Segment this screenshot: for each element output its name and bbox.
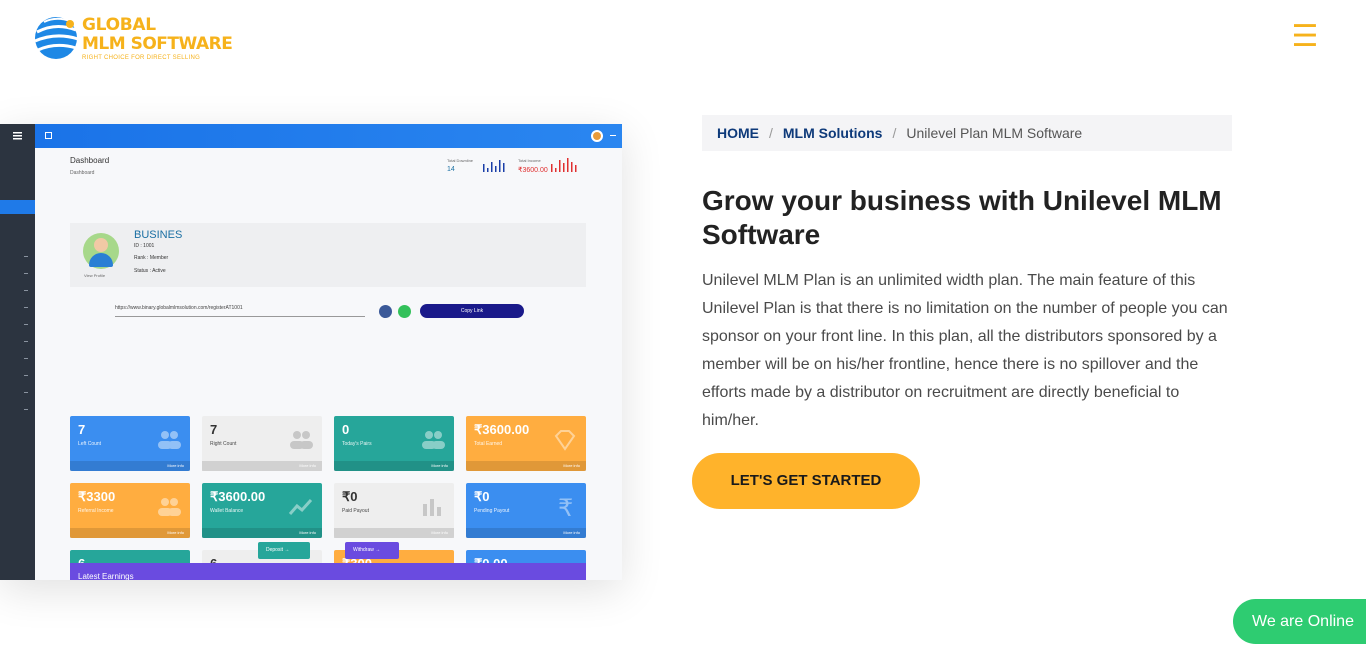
bars-icon	[551, 158, 577, 172]
chat-online-button[interactable]: We are Online	[1233, 599, 1366, 644]
stat-tile-footer: More info	[334, 528, 454, 538]
preview-body: Dashboard Dashboard Total Downline 14 To…	[35, 148, 622, 580]
stat-tile: ₹0 Paid Payout More info	[334, 483, 454, 538]
stat-tile-footer: More info	[70, 461, 190, 471]
users-icon	[156, 429, 182, 451]
stat-tile-footer: More info	[202, 461, 322, 471]
stat-tile: 7 Left Count More info	[70, 416, 190, 471]
page-title: Grow your business with Unilevel MLM Sof…	[702, 185, 1222, 250]
stat-tile-more: More info	[299, 463, 316, 468]
stat-tile-label: Referral Income	[78, 508, 114, 514]
hamburger-menu-icon[interactable]: ☰	[1290, 22, 1320, 52]
rupee-icon: ₹	[552, 494, 578, 522]
breadcrumb: HOME / MLM Solutions / Unilevel Plan MLM…	[702, 115, 1232, 151]
breadcrumb-separator: /	[769, 125, 773, 141]
stat-tile-label: Right Count	[210, 441, 237, 447]
avatar	[83, 233, 119, 269]
stat-tile-label: Wallet Balance	[210, 508, 244, 514]
logo-line1: GLOBAL	[82, 14, 156, 35]
breadcrumb-separator: /	[892, 125, 897, 141]
stat-tile: ₹0 Pending Payout ₹ More info	[466, 483, 586, 538]
stat-tile: 7 Right Count More info	[202, 416, 322, 471]
user-avatar-icon	[591, 130, 603, 142]
whatsapp-icon	[398, 305, 411, 318]
globe-icon	[34, 10, 80, 66]
stat-tile-footer: More info	[202, 528, 322, 538]
logo-tagline: RIGHT CHOICE FOR DIRECT SELLING	[82, 54, 201, 61]
stat-tile-label: Total Earned	[474, 441, 503, 447]
users-icon	[156, 496, 182, 518]
stat-tile-footer: More info	[466, 461, 586, 471]
preview-crumb: Dashboard	[70, 170, 95, 176]
withdraw-button: Withdraw →	[345, 542, 399, 559]
breadcrumb-home[interactable]: HOME	[717, 125, 759, 141]
stat-tile-more: More info	[299, 530, 316, 535]
bar-icon	[420, 496, 446, 518]
get-started-button[interactable]: LET'S GET STARTED	[692, 453, 920, 509]
diamond-icon	[552, 429, 578, 451]
dashboard-preview-image: Dashboard Dashboard Total Downline 14 To…	[0, 124, 622, 580]
profile-name: BUSINES	[134, 229, 183, 241]
stat-tile: 0 Today's Pairs More info	[334, 416, 454, 471]
referral-link: https://www.binary.globalmlmsolution.com…	[115, 305, 365, 317]
stat-tile-more: More info	[167, 530, 184, 535]
preview-title: Dashboard	[70, 156, 110, 165]
profile-card: View Profile BUSINES ID : 1001 Rank : Me…	[70, 223, 586, 287]
stat-tile-value: ₹3600.00	[210, 489, 266, 504]
site-logo[interactable]: GLOBAL MLM SOFTWARE RIGHT CHOICE FOR DIR…	[34, 9, 234, 67]
logo-line2: MLM SOFTWARE	[82, 33, 233, 54]
users-icon	[288, 429, 314, 451]
stat-tile-footer: More info	[466, 528, 586, 538]
stat-tile-more: More info	[167, 463, 184, 468]
stat-tile-value: 7	[210, 422, 218, 437]
stat-tile: ₹3600.00 Wallet Balance More info	[202, 483, 322, 538]
stat-tile-value: ₹3300	[78, 489, 116, 504]
expand-icon	[45, 132, 52, 139]
breadcrumb-current: Unilevel Plan MLM Software	[906, 125, 1083, 141]
deposit-button: Deposit →	[258, 542, 310, 559]
stat-tile-value: 7	[78, 422, 86, 437]
preview-sidebar-active	[0, 200, 35, 214]
stat-tile-value: ₹0	[342, 489, 358, 504]
copy-link-button: Copy Link	[420, 304, 524, 318]
bars-icon	[483, 160, 505, 172]
stat-tile-footer: More info	[334, 461, 454, 471]
stat-tile-footer: More info	[70, 528, 190, 538]
stat-tile: ₹3300 Referral Income More info	[70, 483, 190, 538]
stat-tile-value: 0	[342, 422, 350, 437]
latest-earnings-bar: Latest Earnings	[70, 563, 586, 580]
intro-paragraph: Unilevel MLM Plan is an unlimited width …	[702, 272, 1228, 429]
preview-sidebar	[0, 124, 35, 580]
facebook-icon	[379, 305, 392, 318]
stat-tile-more: More info	[563, 463, 580, 468]
users-icon	[420, 429, 446, 451]
stat-tile-more: More info	[431, 463, 448, 468]
breadcrumb-mlm-solutions[interactable]: MLM Solutions	[783, 125, 883, 141]
stat-tile-more: More info	[563, 530, 580, 535]
stat-tile-more: More info	[431, 530, 448, 535]
svg-text:₹: ₹	[558, 496, 573, 518]
chart-icon	[288, 496, 314, 518]
stat-tile-value: ₹0	[474, 489, 490, 504]
stat-tile-label: Today's Pairs	[342, 441, 372, 447]
page: GLOBAL MLM SOFTWARE RIGHT CHOICE FOR DIR…	[0, 0, 1366, 654]
stat-tile-label: Paid Payout	[342, 508, 369, 514]
stat-tile: ₹3600.00 Total Earned More info	[466, 416, 586, 471]
preview-topbar	[35, 124, 622, 148]
menu-icon	[13, 132, 22, 140]
stat-tile-label: Pending Payout	[474, 508, 510, 514]
stat-tile-value: ₹3600.00	[474, 422, 530, 437]
stat-tile-label: Left Count	[78, 441, 102, 447]
